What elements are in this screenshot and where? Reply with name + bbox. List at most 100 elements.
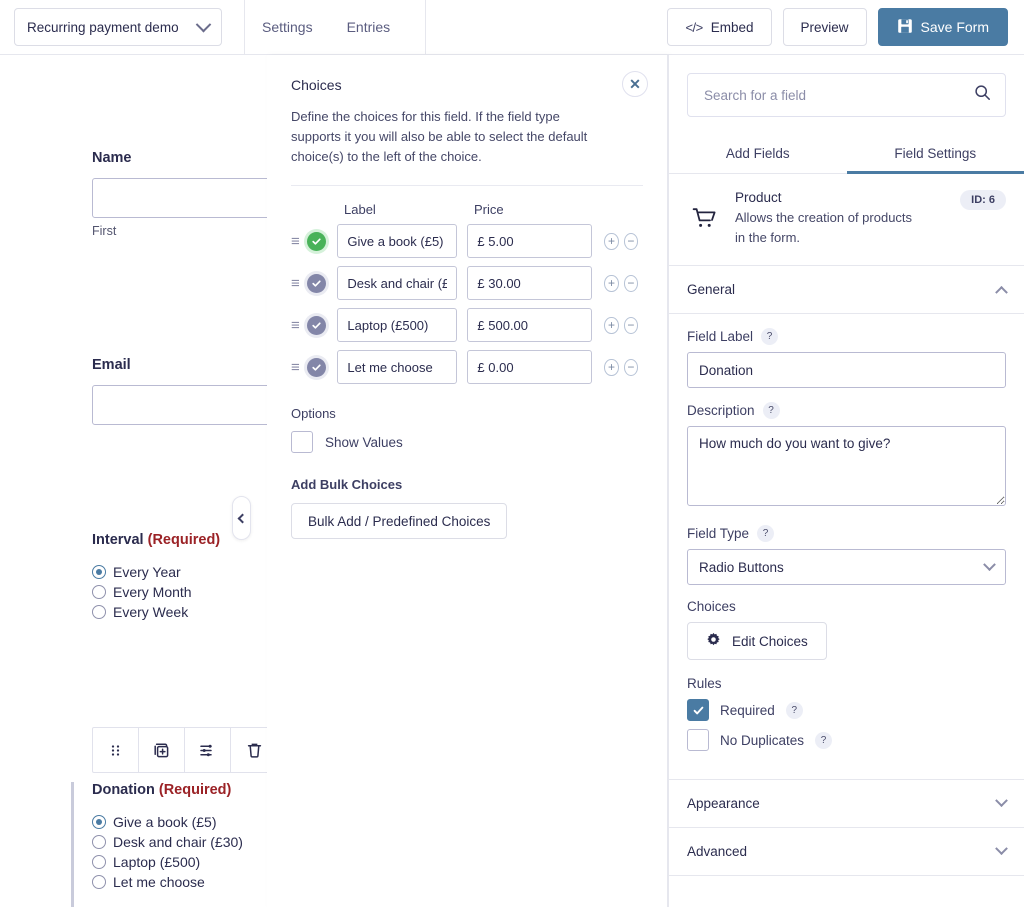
donation-option-label: Let me choose — [113, 874, 205, 890]
donation-option-label: Desk and chair (£30) — [113, 834, 243, 850]
choice-label-input[interactable] — [337, 350, 458, 385]
field-settings-icon[interactable] — [185, 728, 231, 772]
selected-field-indicator — [71, 782, 74, 907]
floppy-disk-icon — [897, 18, 913, 37]
choice-label-input[interactable] — [337, 224, 458, 259]
plus-circle-icon[interactable]: + — [604, 316, 619, 334]
section-header-general[interactable]: General — [669, 266, 1024, 314]
choice-price-input[interactable] — [467, 308, 593, 343]
form-builder-app: Recurring payment demo Settings Entries … — [0, 0, 1024, 907]
options-title: Options — [291, 406, 336, 422]
show-values-label: Show Values — [325, 434, 403, 450]
header-actions: </> Embed Preview Save Form — [667, 8, 1024, 46]
form-selector-dropdown[interactable]: Recurring payment demo — [14, 8, 222, 46]
choice-label-input[interactable] — [337, 308, 458, 343]
choices-title: Choices — [687, 599, 736, 614]
choices-column-headers: Label Price — [291, 202, 643, 217]
choice-price-input[interactable] — [467, 266, 593, 301]
field-label-input[interactable] — [687, 352, 1006, 388]
radio-icon — [92, 565, 106, 579]
canvas-collapse-toggle[interactable] — [232, 496, 251, 540]
field-label-title-text: Field Label — [687, 329, 754, 344]
section-title-appearance: Appearance — [687, 796, 760, 811]
field-interval-options: Every Year Every Month Every Week — [92, 564, 220, 620]
help-icon[interactable]: ? — [757, 525, 775, 542]
choices-flyout-description: Define the choices for this field. If th… — [291, 109, 588, 165]
minus-circle-icon[interactable]: − — [623, 232, 638, 250]
form-selector-label: Recurring payment demo — [27, 19, 179, 35]
choice-label-input[interactable] — [337, 266, 458, 301]
header-divider-2 — [425, 0, 427, 55]
choice-price-input[interactable] — [467, 350, 593, 385]
plus-circle-icon[interactable]: + — [604, 274, 619, 292]
edit-choices-button[interactable]: Edit Choices — [687, 622, 827, 660]
choice-row: ≡ + − — [291, 350, 643, 385]
donation-option-desk-and-chair[interactable]: Desk and chair (£30) — [92, 834, 267, 850]
close-icon[interactable]: ✕ — [622, 71, 648, 97]
show-values-checkbox[interactable] — [291, 431, 313, 454]
minus-circle-icon[interactable]: − — [623, 358, 638, 376]
choice-price-input[interactable] — [467, 224, 593, 259]
tab-field-settings[interactable]: Field Settings — [846, 135, 1024, 174]
interval-option-every-week[interactable]: Every Week — [92, 604, 220, 620]
choice-default-toggle[interactable] — [307, 273, 327, 293]
trash-icon[interactable] — [231, 728, 267, 772]
choice-default-toggle[interactable] — [307, 357, 327, 377]
field-interval-label: Interval (Required) — [92, 532, 220, 548]
choice-default-toggle[interactable] — [307, 231, 327, 251]
choices-flyout-header: Choices ✕ Define the choices for this fi… — [267, 55, 667, 187]
field-email-input[interactable] — [92, 385, 267, 425]
plus-circle-icon[interactable]: + — [604, 358, 619, 376]
field-interval-label-text: Interval — [92, 532, 144, 548]
rule-no-duplicates: No Duplicates ? — [687, 729, 1006, 751]
rules-title: Rules — [687, 676, 722, 691]
description-textarea[interactable]: How much do you want to give? — [687, 426, 1006, 506]
choice-default-toggle[interactable] — [307, 315, 327, 335]
duplicate-icon[interactable] — [139, 728, 185, 772]
help-icon[interactable]: ? — [815, 731, 833, 749]
help-icon[interactable]: ? — [761, 328, 779, 345]
form-canvas: Name First Email Interval (Required) Eve… — [0, 55, 267, 907]
choices-flyout-title: Choices — [291, 77, 342, 93]
minus-circle-icon[interactable]: − — [623, 316, 638, 334]
save-form-button[interactable]: Save Form — [877, 8, 1008, 46]
field-name-input[interactable] — [92, 178, 267, 218]
minus-circle-icon[interactable]: − — [623, 274, 638, 292]
required-checkbox[interactable] — [687, 699, 709, 721]
donation-option-laptop[interactable]: Laptop (£500) — [92, 854, 267, 870]
radio-icon — [92, 815, 106, 829]
section-header-appearance[interactable]: Appearance — [669, 779, 1024, 828]
help-icon[interactable]: ? — [762, 402, 780, 419]
preview-button[interactable]: Preview — [782, 8, 867, 46]
no-duplicates-checkbox[interactable] — [687, 729, 709, 751]
header-tab-entries[interactable]: Entries — [330, 19, 408, 35]
field-donation-options: Give a book (£5) Desk and chair (£30) La… — [92, 814, 267, 890]
tab-add-fields[interactable]: Add Fields — [669, 135, 847, 173]
plus-circle-icon[interactable]: + — [604, 232, 619, 250]
header-tab-settings[interactable]: Settings — [245, 19, 330, 35]
embed-button-label: Embed — [710, 19, 754, 35]
section-title-general: General — [687, 282, 736, 297]
search-input[interactable] — [702, 86, 974, 104]
donation-option-give-a-book[interactable]: Give a book (£5) — [92, 814, 267, 830]
interval-option-every-year[interactable]: Every Year — [92, 564, 220, 580]
bulk-add-button[interactable]: Bulk Add / Predefined Choices — [291, 503, 508, 540]
drag-handle-icon[interactable]: ≡ — [291, 275, 307, 292]
help-icon[interactable]: ? — [785, 701, 803, 719]
field-type-select[interactable]: Radio Buttons — [687, 549, 1006, 585]
drag-handle-icon[interactable]: ≡ — [291, 317, 307, 334]
embed-button[interactable]: </> Embed — [667, 8, 772, 46]
drag-handle-icon[interactable] — [93, 728, 139, 772]
donation-option-let-me-choose[interactable]: Let me choose — [92, 874, 267, 890]
field-settings-sidebar: Add Fields Field Settings Product Allows… — [668, 55, 1024, 907]
section-header-advanced[interactable]: Advanced — [669, 828, 1024, 876]
show-values-row: Show Values — [291, 431, 643, 454]
field-type-value: Radio Buttons — [699, 559, 784, 575]
required-label: Required — [720, 702, 775, 718]
drag-handle-icon[interactable]: ≡ — [291, 233, 307, 250]
search-box[interactable] — [687, 73, 1006, 117]
no-duplicates-label: No Duplicates — [720, 732, 805, 748]
interval-option-every-month[interactable]: Every Month — [92, 584, 220, 600]
drag-handle-icon[interactable]: ≡ — [291, 359, 307, 376]
section-title-advanced: Advanced — [687, 844, 748, 859]
